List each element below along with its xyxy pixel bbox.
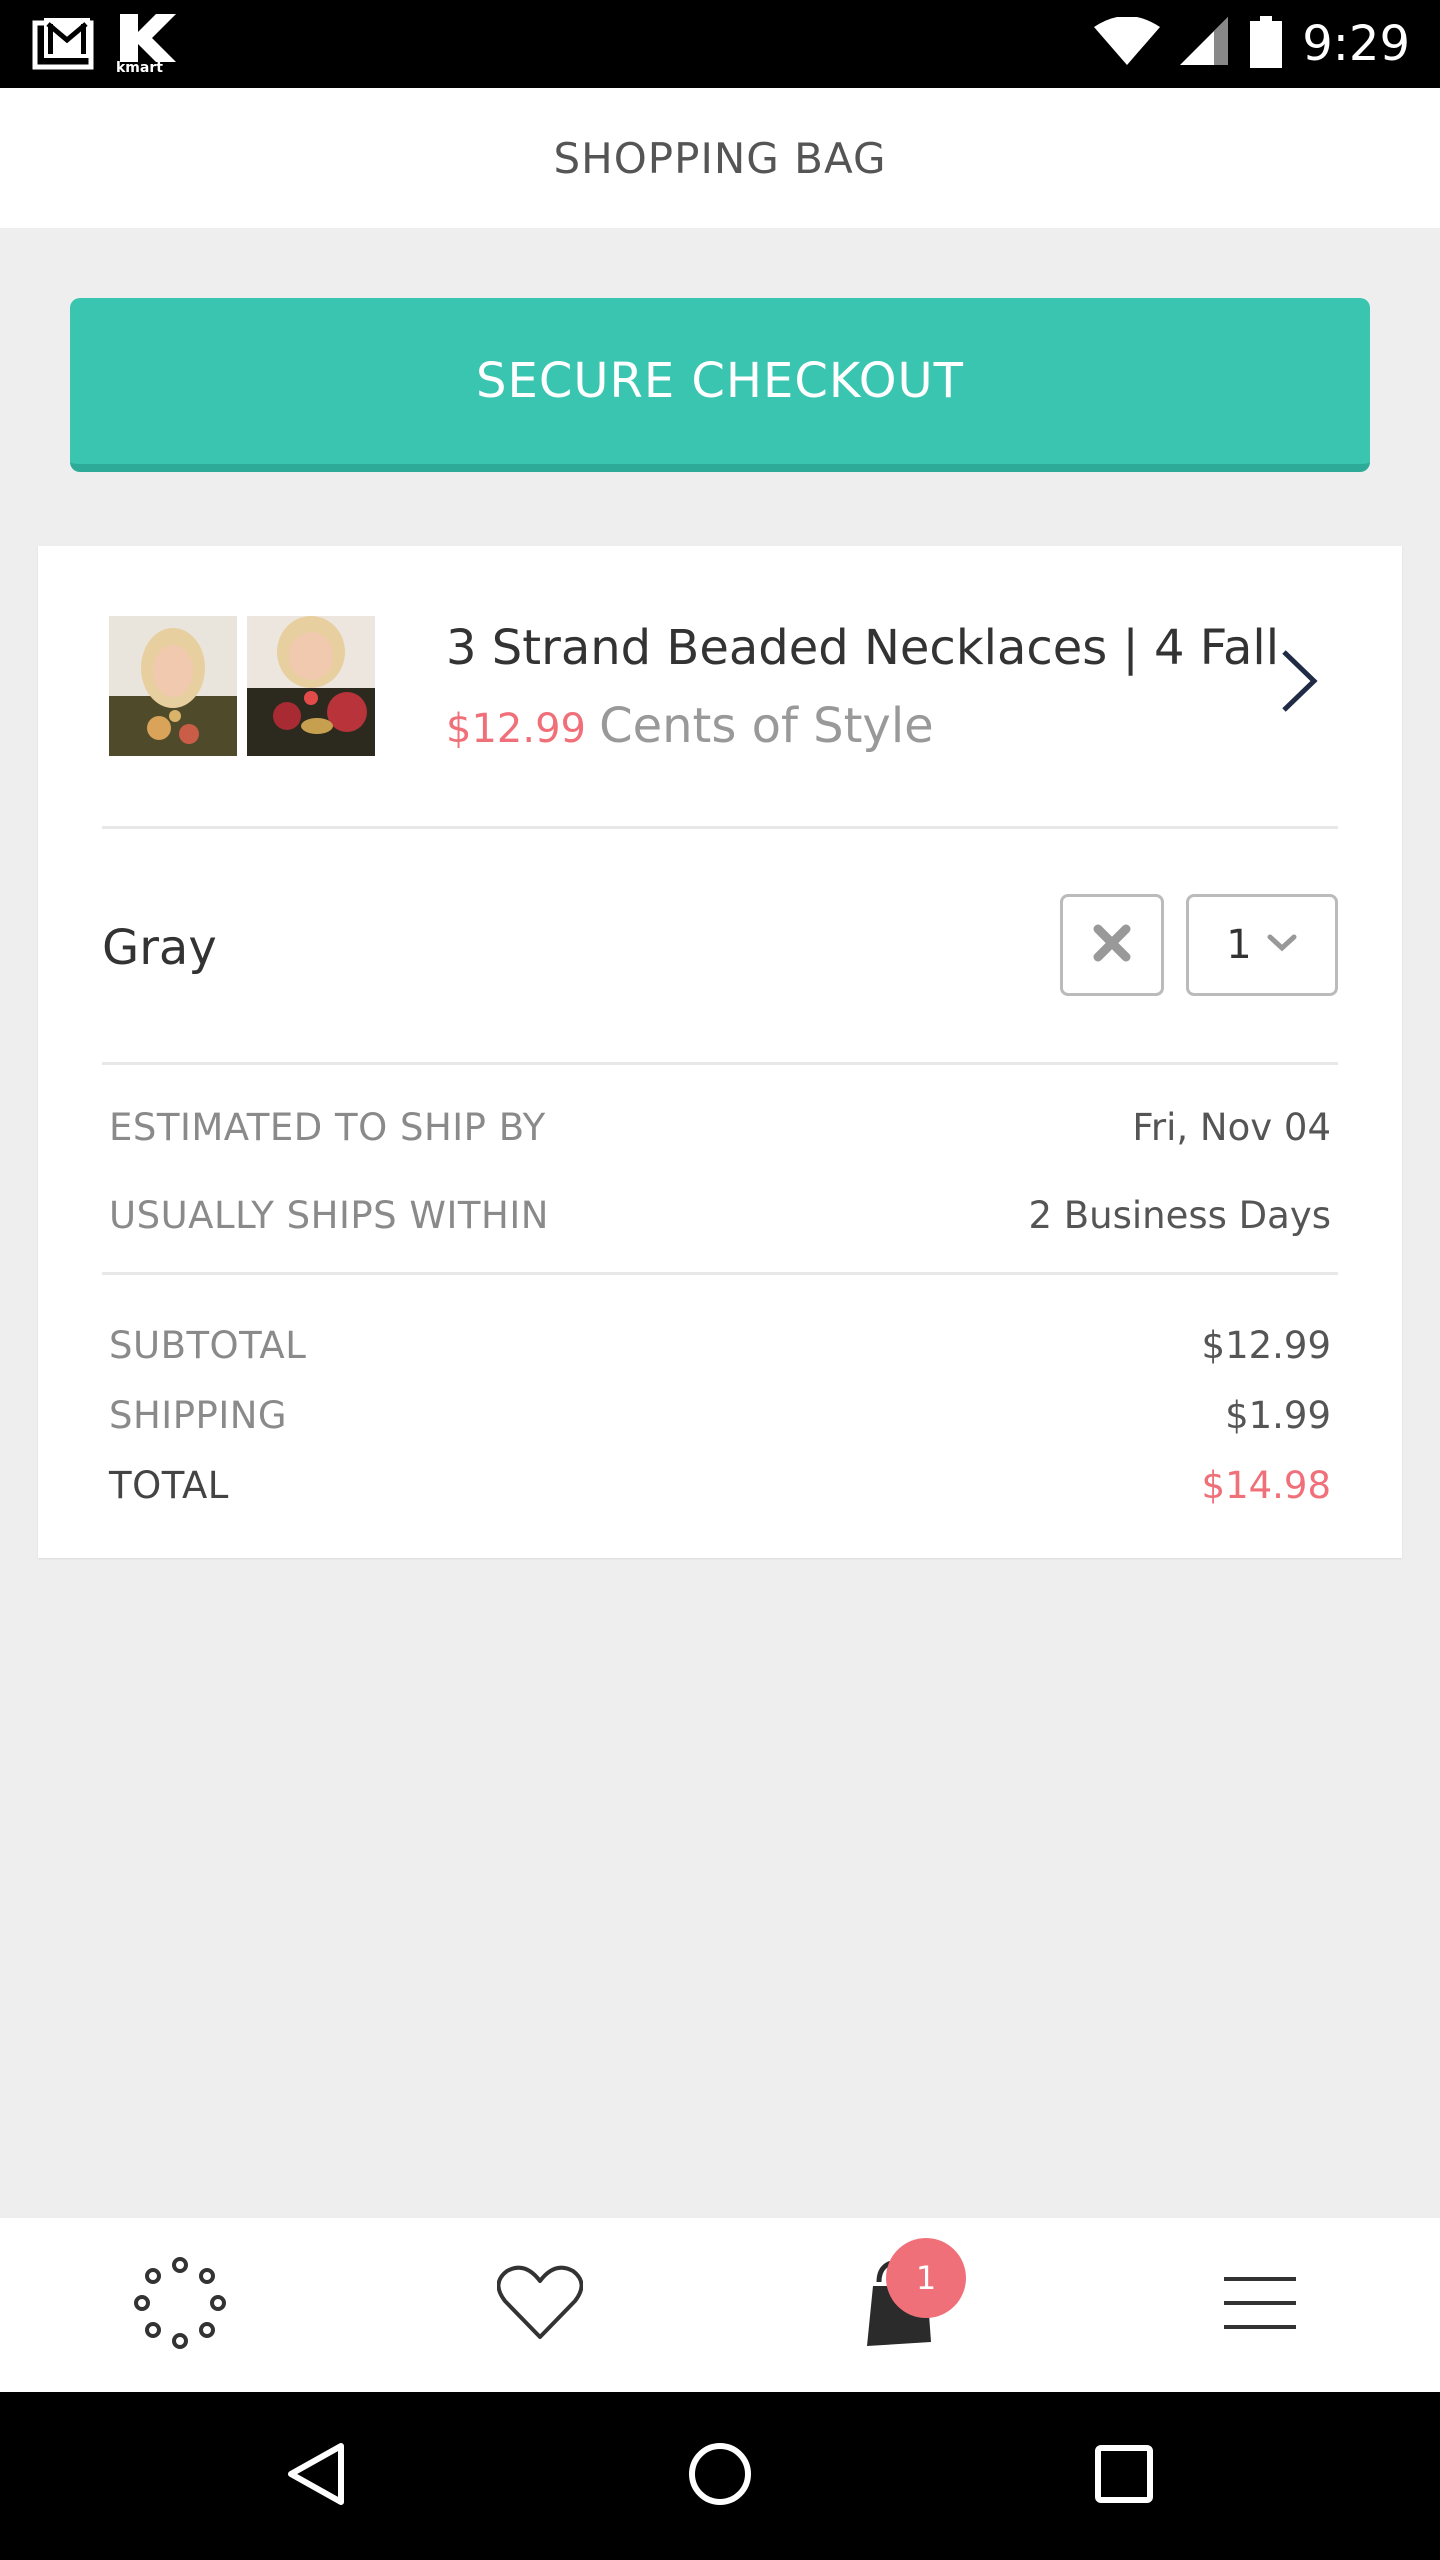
gmail-icon bbox=[32, 15, 94, 75]
status-bar: kmart 9:29 bbox=[0, 0, 1440, 88]
nav-recents-button[interactable] bbox=[1044, 2392, 1204, 2560]
bag-count-badge: 1 bbox=[886, 2238, 966, 2318]
product-thumbnail-1 bbox=[109, 616, 237, 756]
status-time: 9:29 bbox=[1302, 16, 1410, 72]
kmart-label: kmart bbox=[116, 60, 163, 76]
divider bbox=[102, 826, 1338, 829]
divider bbox=[102, 1062, 1338, 1065]
recents-icon bbox=[1094, 2444, 1154, 2508]
android-nav-bar bbox=[0, 2392, 1440, 2560]
ships-within-row: USUALLY SHIPS WITHIN 2 Business Days bbox=[109, 1194, 1331, 1237]
ships-within-value: 2 Business Days bbox=[1028, 1194, 1331, 1237]
quantity-value: 1 bbox=[1226, 922, 1252, 968]
remove-item-button[interactable] bbox=[1060, 894, 1164, 996]
chevron-down-icon bbox=[1266, 933, 1298, 957]
total-value: $14.98 bbox=[1201, 1464, 1331, 1507]
shipping-label: SHIPPING bbox=[109, 1394, 288, 1437]
estimated-ship-value: Fri, Nov 04 bbox=[1132, 1106, 1331, 1149]
home-icon bbox=[687, 2441, 753, 2511]
product-title: 3 Strand Beaded Necklaces | 4 Fall bbox=[446, 620, 1280, 676]
subtotal-value: $12.99 bbox=[1201, 1324, 1331, 1367]
product-brand: Cents of Style bbox=[599, 698, 934, 754]
dots-circle-icon bbox=[132, 2255, 228, 2355]
signal-icon bbox=[1180, 17, 1230, 71]
close-icon bbox=[1092, 923, 1132, 967]
total-label: TOTAL bbox=[109, 1464, 229, 1507]
estimated-ship-row: ESTIMATED TO SHIP BY Fri, Nov 04 bbox=[109, 1106, 1331, 1149]
variant-label: Gray bbox=[102, 920, 217, 976]
secure-checkout-button[interactable]: SECURE CHECKOUT bbox=[70, 298, 1370, 472]
product-subtitle: $12.99 Cents of Style bbox=[446, 698, 934, 754]
app-header: SHOPPING BAG bbox=[0, 88, 1440, 228]
chevron-right-icon bbox=[1278, 646, 1322, 720]
menu-icon bbox=[1224, 2275, 1296, 2335]
nav-back-button[interactable] bbox=[236, 2392, 396, 2560]
nav-home-button[interactable] bbox=[640, 2392, 800, 2560]
shipping-value: $1.99 bbox=[1225, 1394, 1331, 1437]
quantity-select[interactable]: 1 bbox=[1186, 894, 1338, 996]
battery-icon bbox=[1250, 16, 1283, 72]
subtotal-row: SUBTOTAL $12.99 bbox=[109, 1324, 1331, 1367]
status-left: kmart bbox=[32, 14, 180, 76]
divider bbox=[102, 1272, 1338, 1275]
status-right: 9:29 bbox=[1094, 0, 1410, 88]
tab-favorites[interactable] bbox=[460, 2218, 620, 2392]
cart-item-card: 3 Strand Beaded Necklaces | 4 Fall $12.9… bbox=[38, 546, 1402, 1558]
total-row: TOTAL $14.98 bbox=[109, 1464, 1331, 1507]
heart-icon bbox=[496, 2265, 584, 2345]
tab-menu[interactable] bbox=[1180, 2218, 1340, 2392]
wifi-icon bbox=[1094, 16, 1161, 71]
page-title: SHOPPING BAG bbox=[553, 133, 887, 183]
ships-within-label: USUALLY SHIPS WITHIN bbox=[109, 1194, 549, 1237]
product-thumbnail-2 bbox=[247, 616, 375, 756]
kmart-icon: kmart bbox=[116, 14, 180, 76]
shipping-row: SHIPPING $1.99 bbox=[109, 1394, 1331, 1437]
back-icon bbox=[285, 2440, 347, 2512]
product-row[interactable]: 3 Strand Beaded Necklaces | 4 Fall $12.9… bbox=[38, 546, 1402, 828]
tab-discover[interactable] bbox=[100, 2218, 260, 2392]
bottom-tab-bar bbox=[0, 2218, 1440, 2392]
estimated-ship-label: ESTIMATED TO SHIP BY bbox=[109, 1106, 546, 1149]
subtotal-label: SUBTOTAL bbox=[109, 1324, 307, 1367]
product-price: $12.99 bbox=[446, 706, 586, 752]
